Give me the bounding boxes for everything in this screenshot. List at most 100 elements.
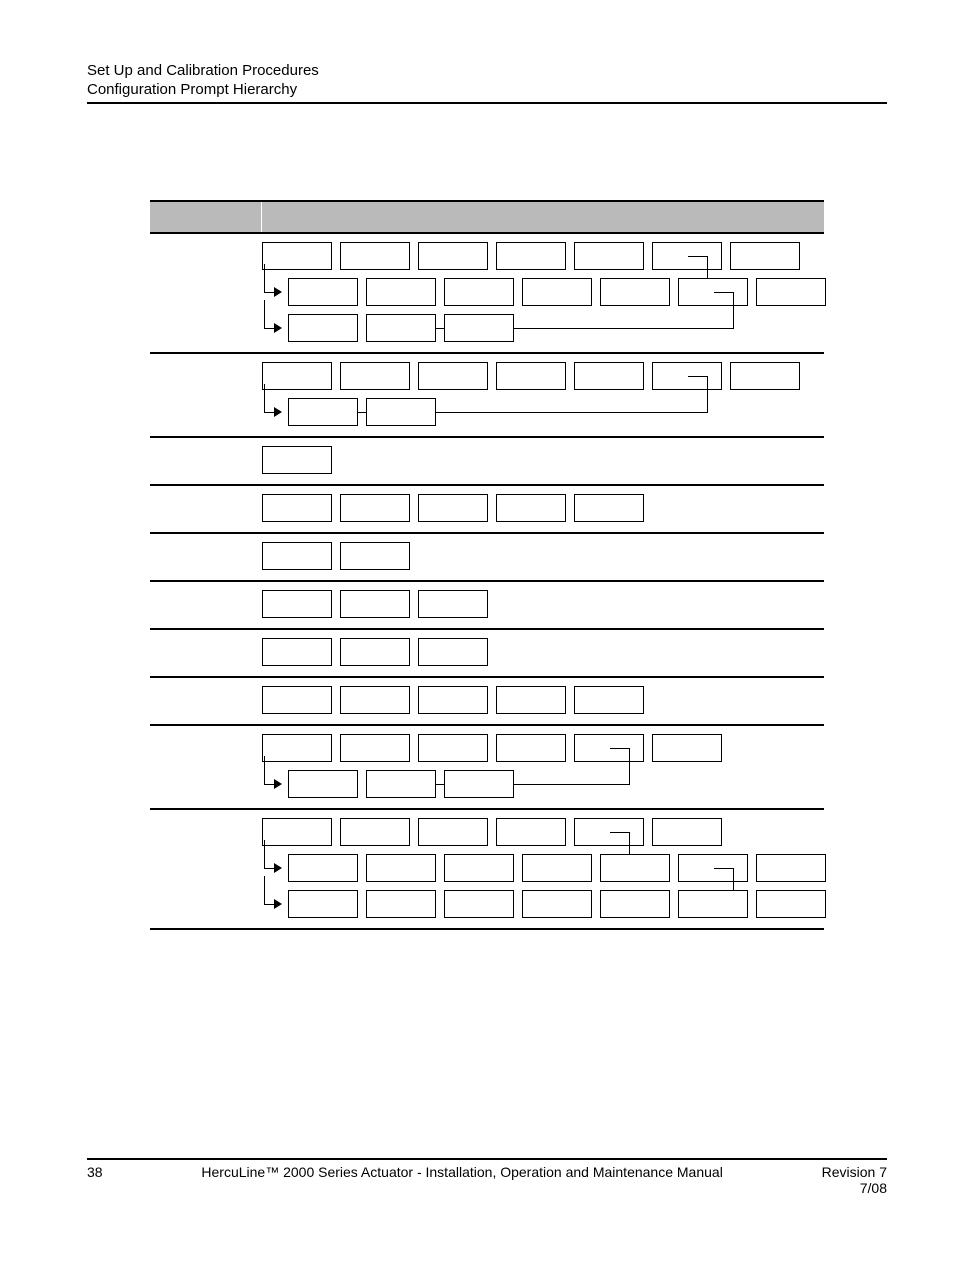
return-stub [688,376,708,377]
prompt-row [262,542,824,570]
prompt-cell [574,686,644,714]
prompt-cell [366,890,436,918]
prompt-cell [288,854,358,882]
prompt-cell [340,734,410,762]
prompt-row [262,770,824,798]
return-stub [714,868,734,869]
arrowhead-icon [274,323,282,333]
prompt-row [262,734,824,762]
prompt-row [262,890,824,918]
prompt-cell [730,362,800,390]
prompt-cell [288,890,358,918]
prompt-row [262,398,824,426]
prompt-cell [600,278,670,306]
prompt-cell [678,854,748,882]
section-inner [150,734,824,798]
prompt-cell [730,242,800,270]
prompt-cell [340,242,410,270]
prompt-cell [756,890,826,918]
section-inner [150,638,824,666]
prompt-cell [262,686,332,714]
prompt-cell [496,362,566,390]
table-section [150,582,824,630]
table-section [150,678,824,726]
prompt-cell [262,638,332,666]
table-section [150,438,824,486]
prompt-cell [340,818,410,846]
prompt-cell [418,590,488,618]
prompt-cell [522,890,592,918]
prompt-cell [574,362,644,390]
prompt-cell [340,494,410,522]
prompt-cell [444,278,514,306]
footer-line: 38 HercuLine™ 2000 Series Actuator - Ins… [87,1164,887,1180]
footer-manual-title: HercuLine™ 2000 Series Actuator - Instal… [103,1164,822,1180]
prompt-cell [418,362,488,390]
prompt-cell [340,590,410,618]
prompt-row [262,818,824,846]
prompt-cell [366,398,436,426]
table-section [150,486,824,534]
arrowhead-icon [274,863,282,873]
return-stub [610,748,630,749]
prompt-cell [444,314,514,342]
continuation-arrow-icon [262,770,280,798]
section-inner [150,686,824,714]
prompt-cell [418,818,488,846]
return-stub [610,832,630,833]
prompt-row [262,590,824,618]
section-inner [150,362,824,426]
prompt-cell [522,854,592,882]
prompt-cell [366,854,436,882]
arrowhead-icon [274,407,282,417]
prompt-cell [340,638,410,666]
prompt-cell [496,494,566,522]
prompt-cell [496,734,566,762]
prompt-cell [600,890,670,918]
prompt-row [262,278,824,306]
prompt-cell [418,242,488,270]
prompt-cell [496,686,566,714]
table-section [150,630,824,678]
return-stub [688,256,708,257]
prompt-cell [340,542,410,570]
prompt-cell [522,278,592,306]
prompt-row [262,494,824,522]
arrowhead-icon [274,287,282,297]
prompt-cell [756,854,826,882]
section-inner [150,590,824,618]
return-stub [714,292,734,293]
prompt-cell [366,770,436,798]
prompt-cell [574,734,644,762]
prompt-cell [678,278,748,306]
footer-date: 7/08 [87,1180,887,1196]
page-footer: 38 HercuLine™ 2000 Series Actuator - Ins… [87,1158,887,1196]
prompt-cell [366,278,436,306]
continuation-arrow-icon [262,890,280,918]
prompt-cell [262,542,332,570]
prompt-cell [288,278,358,306]
prompt-cell [418,638,488,666]
arrowhead-icon [274,779,282,789]
table-header-col-group [150,202,262,232]
table-header-col-prompts [262,202,824,232]
table-section [150,354,824,438]
prompt-cell [574,242,644,270]
table-section [150,810,824,930]
prompt-row [262,446,824,474]
prompt-cell [418,494,488,522]
table-section [150,726,824,810]
prompt-cell [574,818,644,846]
section-inner [150,494,824,522]
section-inner [150,446,824,474]
prompt-cell [652,242,722,270]
prompt-cell [418,686,488,714]
prompt-cell [444,890,514,918]
continuation-arrow-icon [262,398,280,426]
prompt-cell [262,446,332,474]
prompt-cell [444,854,514,882]
header-line-2: Configuration Prompt Hierarchy [87,81,887,98]
table-header-row [150,200,824,234]
header-rule [87,102,887,104]
prompt-cell [652,362,722,390]
